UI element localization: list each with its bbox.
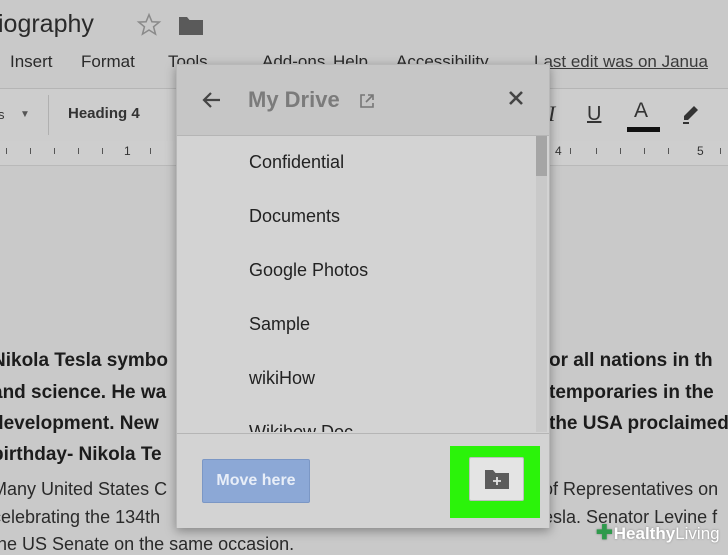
cross-logo-icon: ✚	[596, 522, 613, 544]
dialog-header: My Drive	[177, 65, 549, 136]
ruler-number: 5	[697, 144, 704, 158]
folder-list[interactable]: Confidential Documents Google Photos Sam…	[177, 136, 549, 432]
star-icon[interactable]	[136, 12, 162, 38]
new-folder-button[interactable]	[469, 457, 524, 501]
folder-item-wikihow-doc[interactable]: Wikihow Doc	[249, 422, 353, 432]
menu-insert[interactable]: Insert	[10, 52, 53, 72]
document-bold-line: development. New	[0, 413, 159, 434]
ruler-number: 1	[124, 144, 131, 158]
underline-button[interactable]: U	[587, 103, 601, 126]
document-bold-line: birthday- Nikola Te	[0, 444, 162, 465]
document-bold-line-right: or all nations in th	[549, 350, 713, 371]
move-dialog: My Drive Confidential Documents Google P…	[176, 64, 550, 528]
document-body-line: Many United States C	[0, 479, 168, 499]
new-folder-icon	[485, 470, 509, 489]
folder-icon[interactable]	[178, 14, 204, 36]
highlighter-icon[interactable]	[680, 103, 702, 125]
document-body-line-right: of Representatives on	[543, 479, 719, 499]
folder-item-documents[interactable]: Documents	[249, 206, 340, 227]
document-title[interactable]: iography	[0, 10, 94, 39]
text-color-button[interactable]: A	[634, 99, 648, 123]
document-bold-line-right: temporaries in the	[549, 382, 714, 403]
scrollbar-thumb[interactable]	[536, 136, 547, 176]
document-bold-line: Nikola Tesla symbo	[0, 350, 168, 371]
folder-item-wikihow[interactable]: wikiHow	[249, 368, 315, 389]
close-icon[interactable]	[507, 89, 525, 107]
document-body-line: celebrating the 134th	[0, 507, 161, 527]
folder-item-sample[interactable]: Sample	[249, 314, 310, 335]
dialog-title: My Drive	[248, 87, 340, 112]
paragraph-style-dropdown[interactable]: Heading 4	[68, 105, 140, 122]
back-arrow-icon[interactable]	[201, 89, 223, 111]
folder-item-google-photos[interactable]: Google Photos	[249, 260, 368, 281]
folder-item-confidential[interactable]: Confidential	[249, 152, 344, 173]
dialog-footer: Move here	[177, 433, 549, 528]
move-here-button[interactable]: Move here	[202, 459, 310, 503]
watermark-brand-bold: Healthy	[613, 524, 676, 543]
document-bold-line: and science. He wa	[0, 382, 167, 403]
text-color-swatch	[627, 127, 660, 132]
document-bold-line-right: the USA proclaimed	[549, 413, 728, 434]
menu-format[interactable]: Format	[81, 52, 135, 72]
scrollbar-track[interactable]	[536, 136, 547, 432]
dropdown-caret-icon[interactable]: ▼	[20, 109, 30, 120]
ruler-number: 4	[555, 144, 562, 158]
last-edit-link[interactable]: Last edit was on Janua	[534, 52, 708, 72]
watermark-brand-light: Living	[675, 524, 720, 543]
open-in-new-icon[interactable]	[359, 93, 375, 109]
toolbar-divider	[48, 95, 49, 135]
watermark: ✚HealthyLiving	[596, 520, 720, 545]
font-size-fragment[interactable]: s	[0, 107, 5, 122]
